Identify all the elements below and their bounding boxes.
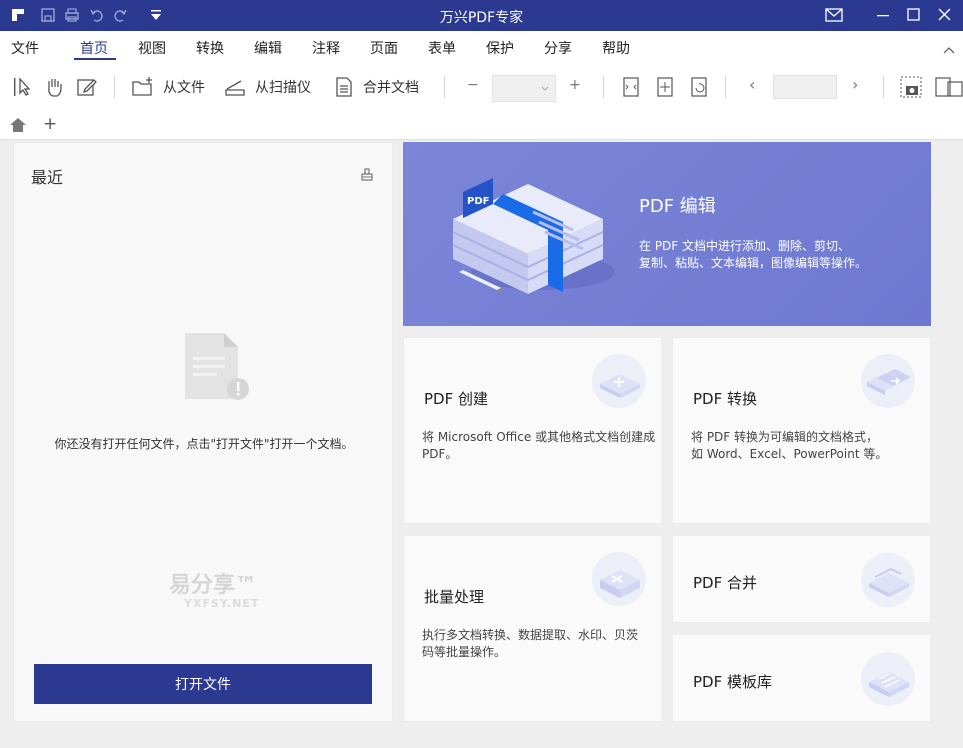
close-button[interactable]: [929, 4, 959, 26]
menu-page[interactable]: 页面: [370, 38, 398, 58]
watermark: 易分享™: [169, 573, 258, 598]
toolbar-separator: [444, 76, 445, 98]
pdf-create-desc-line2: PDF。: [422, 447, 458, 461]
empty-document-icon: [185, 333, 249, 400]
select-cursor-icon[interactable]: [12, 76, 34, 98]
pdf-templates-card[interactable]: PDF 模板库: [672, 634, 931, 722]
toolbar-separator: [114, 76, 115, 98]
menu-comment[interactable]: 注释: [312, 38, 340, 58]
batch-process-desc-line1: 执行多文档转换、数据提取、水印、贝茨: [422, 628, 639, 642]
batch-process-desc-line2: 码等批量操作。: [422, 645, 507, 659]
pdf-convert-description: 将 PDF 转换为可编辑的文档格式， 如 Word、Excel、PowerPoi…: [691, 429, 927, 463]
more-tools-icon[interactable]: [934, 76, 963, 98]
recent-title: 最近: [31, 168, 64, 187]
zoom-out-button[interactable]: −: [467, 77, 479, 93]
pdf-convert-card[interactable]: PDF 转换 将 PDF 转换为可编辑的文档格式， 如 Word、Excel、P…: [672, 337, 931, 524]
pdf-templates-title: PDF 模板库: [693, 673, 772, 691]
pdf-templates-illustration-icon: [861, 652, 915, 706]
empty-recent-message: 你还没有打开任何文件，点击"打开文件"打开一个文档。: [54, 437, 354, 451]
zoom-level-select[interactable]: [492, 75, 556, 102]
menu-share[interactable]: 分享: [544, 38, 572, 58]
page-number-input[interactable]: [773, 75, 837, 99]
menu-help[interactable]: 帮助: [602, 38, 630, 58]
pdf-edit-illustration-icon: PDF: [452, 178, 615, 294]
edit-tool-icon[interactable]: [76, 76, 98, 98]
toolbar-separator: [883, 76, 884, 98]
title-bar: 万兴PDF专家: [0, 0, 963, 31]
menu-bar: 文件 首页 视图 转换 编辑 注释 页面 表单 保护 分享 帮助: [0, 31, 963, 64]
next-page-button[interactable]: ›: [852, 75, 858, 94]
active-menu-indicator: [74, 58, 116, 60]
pdf-convert-title: PDF 转换: [693, 390, 757, 408]
pdf-convert-desc-line1: 将 PDF 转换为可编辑的文档格式，: [691, 430, 879, 444]
rotate-page-icon[interactable]: [688, 76, 710, 98]
pdf-create-desc-line1: 将 Microsoft Office 或其他格式文档创建成: [422, 430, 656, 444]
menu-edit[interactable]: 编辑: [254, 38, 282, 58]
chevron-down-icon: [541, 86, 549, 91]
toolbar-separator: [725, 76, 726, 98]
pdf-edit-desc-line1: 在 PDF 文档中进行添加、删除、剪切、: [639, 239, 851, 253]
menu-file[interactable]: 文件: [11, 38, 39, 58]
fit-page-icon[interactable]: [654, 76, 676, 98]
pdf-merge-title: PDF 合并: [693, 574, 757, 592]
screenshot-icon[interactable]: [900, 76, 922, 98]
prev-page-button[interactable]: ‹: [749, 75, 755, 94]
recent-panel: 最近 你还没有打开任何文件，点击"打开文件"打开一个文档。 易分享™ YXFSY…: [13, 142, 393, 722]
minimize-button[interactable]: [868, 4, 898, 26]
from-scanner-button[interactable]: 从扫描仪: [255, 77, 311, 97]
new-tab-button[interactable]: +: [43, 114, 57, 134]
from-file-icon[interactable]: [131, 76, 153, 98]
pdf-convert-illustration-icon: [861, 354, 915, 408]
hand-tool-icon[interactable]: [43, 76, 65, 98]
svg-text:PDF: PDF: [467, 196, 489, 207]
menu-home[interactable]: 首页: [80, 38, 108, 58]
pdf-create-card[interactable]: PDF 创建 将 Microsoft Office 或其他格式文档创建成 PDF…: [403, 337, 662, 524]
toolbar-separator: [603, 76, 604, 98]
merge-docs-button[interactable]: 合并文档: [363, 77, 419, 97]
zoom-in-button[interactable]: +: [569, 77, 581, 93]
menu-form[interactable]: 表单: [428, 38, 456, 58]
clean-recent-icon[interactable]: [360, 167, 374, 181]
pdf-edit-description: 在 PDF 文档中进行添加、删除、剪切、 复制、粘贴、文本编辑，图像编辑等操作。: [639, 238, 909, 272]
batch-process-description: 执行多文档转换、数据提取、水印、贝茨 码等批量操作。: [422, 627, 658, 661]
maximize-button[interactable]: [898, 4, 928, 26]
open-file-button[interactable]: 打开文件: [34, 664, 372, 704]
pdf-edit-desc-line2: 复制、粘贴、文本编辑，图像编辑等操作。: [639, 256, 868, 270]
home-tab-icon[interactable]: [9, 117, 27, 133]
scanner-icon[interactable]: [224, 76, 246, 98]
from-file-button[interactable]: 从文件: [163, 77, 205, 97]
toolbar: 从文件 从扫描仪 合并文档 − + ‹ ›: [0, 64, 963, 110]
message-icon[interactable]: [819, 4, 849, 26]
batch-process-title: 批量处理: [424, 588, 485, 606]
batch-process-card[interactable]: 批量处理 执行多文档转换、数据提取、水印、贝茨 码等批量操作。: [403, 535, 662, 722]
pdf-merge-card[interactable]: PDF 合并: [672, 535, 931, 623]
pdf-edit-card[interactable]: PDF PDF 编辑 在 PDF 文档中进行添加、删除、剪切、 复制、粘贴、文本…: [403, 142, 931, 326]
merge-docs-icon[interactable]: [333, 76, 355, 98]
batch-process-illustration-icon: [592, 552, 646, 606]
watermark-sub: YXFSY.NET: [184, 597, 260, 610]
pdf-create-description: 将 Microsoft Office 或其他格式文档创建成 PDF。: [422, 429, 658, 463]
pdf-convert-desc-line2: 如 Word、Excel、PowerPoint 等。: [691, 447, 888, 461]
menu-view[interactable]: 视图: [138, 38, 166, 58]
menu-convert[interactable]: 转换: [196, 38, 224, 58]
pdf-edit-title: PDF 编辑: [639, 196, 716, 217]
menu-protect[interactable]: 保护: [486, 38, 514, 58]
pdf-create-illustration-icon: [592, 354, 646, 408]
collapse-ribbon-icon[interactable]: [942, 45, 956, 55]
pdf-create-title: PDF 创建: [424, 390, 488, 408]
fit-width-icon[interactable]: [620, 76, 642, 98]
pdf-merge-illustration-icon: [861, 553, 915, 607]
tab-bar: +: [0, 110, 963, 140]
